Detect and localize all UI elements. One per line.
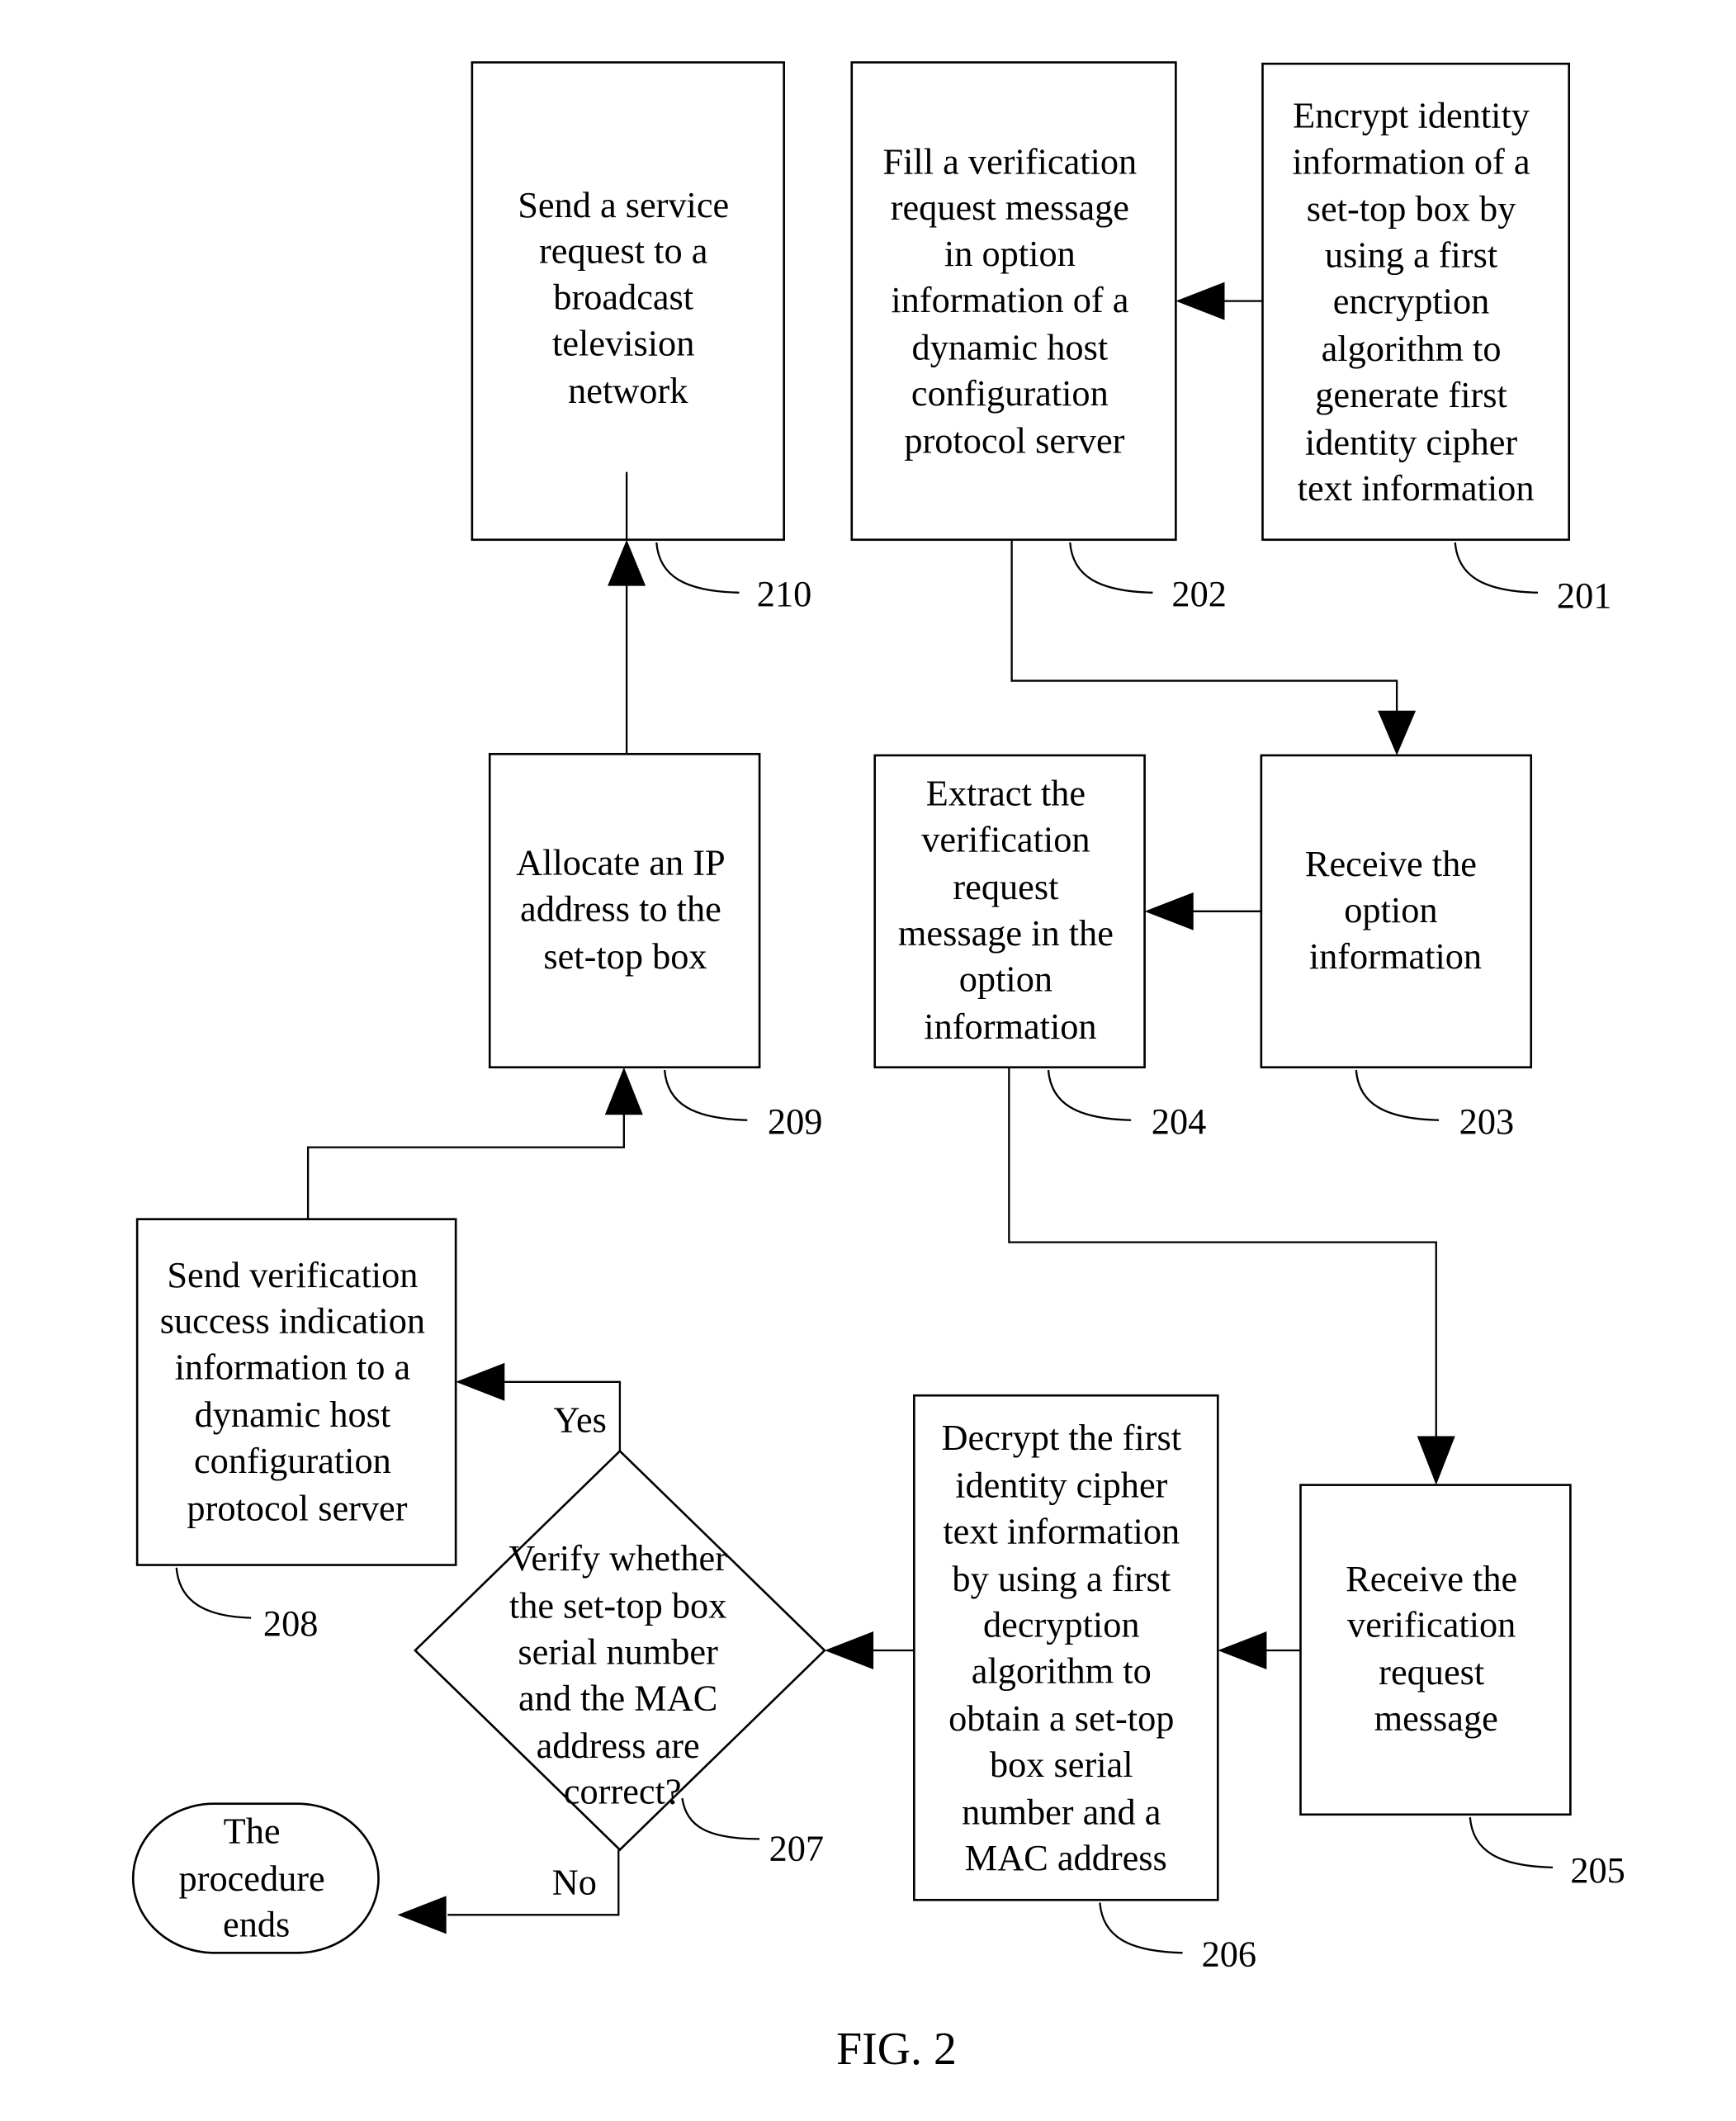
arrow-208-to-209	[306, 1067, 643, 1219]
step-202: Fill a verification request message in o…	[850, 61, 1227, 614]
arrow-205-to-206	[1218, 1631, 1301, 1670]
branch-no-label: No	[552, 1862, 597, 1903]
step-201-leader	[1454, 542, 1538, 594]
step-209: Allocate an IP address to the set-top bo…	[488, 752, 822, 1142]
step-201: Encrypt identity information of a set-to…	[1261, 62, 1611, 616]
step-206-ref: 206	[1202, 1934, 1257, 1975]
branch-yes: Yes	[456, 1362, 622, 1451]
step-205-box	[1299, 1484, 1572, 1816]
step-202-text: Fill a verification request message in o…	[882, 140, 1146, 461]
step-201-ref: 201	[1557, 575, 1611, 616]
step-210-leader	[655, 542, 740, 594]
decision-207-leader	[681, 1797, 760, 1840]
step-204-ref: 204	[1152, 1101, 1206, 1142]
branch-no: No	[397, 1849, 620, 1934]
arrow-201-to-202	[1175, 282, 1263, 320]
branch-yes-label: Yes	[553, 1399, 607, 1441]
figure-caption: FIG. 2	[836, 2024, 957, 2075]
step-210-ref: 210	[757, 573, 812, 614]
step-205-leader	[1469, 1816, 1554, 1868]
step-202-leader	[1069, 542, 1153, 594]
step-203-ref: 203	[1459, 1101, 1514, 1142]
step-208: Send verification success indication inf…	[135, 1218, 457, 1644]
step-208-leader	[175, 1567, 252, 1619]
step-209-leader	[663, 1069, 748, 1121]
step-206: Decrypt the first identity cipher text i…	[913, 1394, 1257, 1975]
decision-207-ref: 207	[769, 1828, 824, 1869]
step-209-ref: 209	[768, 1101, 822, 1142]
decision-207: Verify whether the set-top box serial nu…	[413, 1449, 826, 1869]
step-203-leader	[1355, 1069, 1440, 1121]
step-210: Send a service request to a broadcast te…	[471, 61, 812, 614]
step-209-text: Allocate an IP address to the set-top bo…	[516, 841, 735, 976]
step-205-ref: 205	[1570, 1849, 1625, 1891]
step-205: Receive the verification request message…	[1299, 1484, 1625, 1891]
step-206-leader	[1099, 1902, 1183, 1954]
step-208-ref: 208	[263, 1603, 319, 1644]
arrow-203-to-204	[1144, 892, 1261, 930]
step-204: Extract the verification request message…	[873, 754, 1206, 1142]
step-203: Receive the option information 203	[1260, 754, 1533, 1142]
step-202-ref: 202	[1171, 573, 1227, 614]
terminal-end: The procedure ends	[131, 1802, 380, 1954]
flowchart: Send a service request to a broadcast te…	[131, 61, 1625, 2075]
arrow-206-to-207	[824, 1631, 915, 1670]
step-204-leader	[1047, 1069, 1132, 1121]
arrow-202-to-203	[1010, 539, 1417, 755]
